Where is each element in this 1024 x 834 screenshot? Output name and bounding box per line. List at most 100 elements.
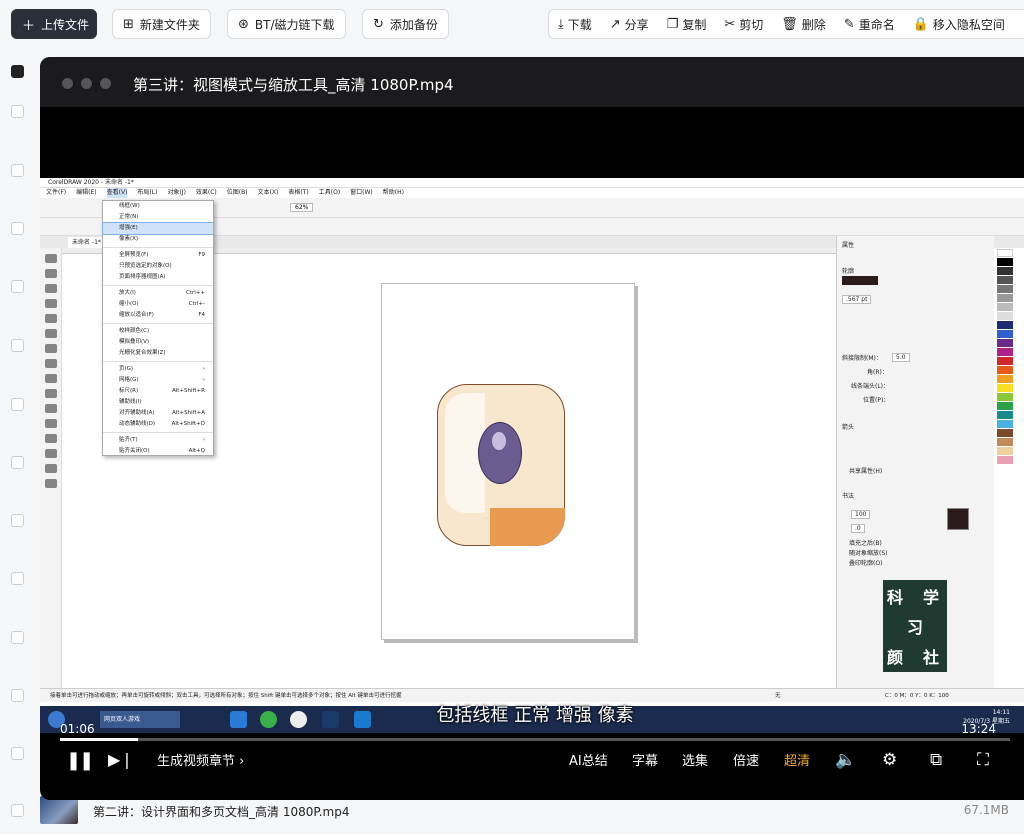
- swatch[interactable]: [997, 447, 1013, 455]
- row-checkbox[interactable]: [11, 222, 24, 235]
- bt-download-button[interactable]: ⊛ BT/磁力链下载: [227, 9, 346, 39]
- episodes-button[interactable]: 选集: [682, 750, 708, 769]
- view-menu-item[interactable]: 正常(N): [103, 212, 213, 223]
- row-checkbox[interactable]: [11, 689, 24, 702]
- delete-button[interactable]: 🗑 删除: [772, 16, 835, 33]
- add-backup-button[interactable]: ↻ 添加备份: [362, 9, 449, 39]
- swatch[interactable]: [997, 258, 1013, 266]
- swatch[interactable]: [997, 330, 1013, 338]
- swatch[interactable]: [997, 411, 1013, 419]
- captions-button[interactable]: 字幕: [632, 750, 658, 769]
- select-all-checkbox[interactable]: [11, 65, 24, 78]
- overprint-checkbox[interactable]: 叠印轮廓(O): [849, 558, 882, 567]
- view-menu-item[interactable]: 线框(W): [103, 201, 213, 212]
- row-checkbox[interactable]: [11, 747, 24, 760]
- view-menu-item[interactable]: 动态辅助线(D) Alt+Shift+D: [103, 419, 213, 430]
- share-attr-checkbox[interactable]: 共享属性(H): [849, 466, 882, 475]
- menu-table: 表格(T): [288, 189, 309, 196]
- row-checkbox[interactable]: [11, 339, 24, 352]
- share-button[interactable]: ↗ 分享: [601, 16, 658, 33]
- view-menu-item[interactable]: 网格(G) ›: [103, 375, 213, 386]
- row-checkbox[interactable]: [11, 398, 24, 411]
- row-checkbox[interactable]: [11, 280, 24, 293]
- swatch[interactable]: [997, 393, 1013, 401]
- swatch[interactable]: [997, 267, 1013, 275]
- row-checkbox[interactable]: [11, 164, 24, 177]
- miter-field[interactable]: 5.0: [892, 353, 910, 362]
- swatch[interactable]: [997, 384, 1013, 392]
- row-checkbox[interactable]: [11, 804, 24, 817]
- next-button[interactable]: ▶❘: [108, 750, 134, 769]
- row-checkbox[interactable]: [11, 105, 24, 118]
- angle-field[interactable]: .0: [851, 524, 865, 533]
- cut-button[interactable]: ✂ 剪切: [715, 16, 772, 33]
- swatch[interactable]: [997, 438, 1013, 446]
- swatch[interactable]: [997, 312, 1013, 320]
- view-menu-item[interactable]: 像素(X): [103, 234, 213, 245]
- color-palette[interactable]: [996, 248, 1024, 688]
- view-menu-item[interactable]: 模拟叠印(V): [103, 337, 213, 348]
- outline-width-field[interactable]: .567 pt: [842, 295, 872, 304]
- view-menu-item[interactable]: 对齐辅助线(A) Alt+Shift+A: [103, 408, 213, 419]
- swatch[interactable]: [997, 249, 1013, 257]
- stretch-field[interactable]: 100: [851, 510, 871, 519]
- settings-icon[interactable]: ⚙: [882, 750, 897, 770]
- miter-label: 斜接限制(M)：: [842, 355, 882, 362]
- download-button[interactable]: ⤓ 下载: [549, 16, 601, 33]
- fill-behind-checkbox[interactable]: 填充之后(B): [849, 538, 882, 547]
- volume-icon[interactable]: 🔈: [835, 750, 856, 770]
- view-menu-item[interactable]: 贴齐(T) ›: [103, 435, 213, 446]
- swatch[interactable]: [997, 375, 1013, 383]
- rename-button[interactable]: ✎ 重命名: [835, 16, 904, 33]
- swatch[interactable]: [997, 348, 1013, 356]
- view-menu-item[interactable]: 放大(I) Ctrl++: [103, 288, 213, 299]
- swatch[interactable]: [997, 303, 1013, 311]
- swatch[interactable]: [997, 429, 1013, 437]
- swatch[interactable]: [997, 420, 1013, 428]
- line-tool-icon: [45, 404, 57, 413]
- swatch[interactable]: [997, 276, 1013, 284]
- swatch[interactable]: [997, 366, 1013, 374]
- row-checkbox[interactable]: [11, 456, 24, 469]
- move-private-button[interactable]: 🔒 移入隐私空间: [904, 16, 1014, 33]
- speed-button[interactable]: 倍速: [733, 750, 759, 769]
- row-checkbox[interactable]: [11, 631, 24, 644]
- swatch[interactable]: [997, 339, 1013, 347]
- view-menu-item[interactable]: 标尺(R) Alt+Shift+R: [103, 386, 213, 397]
- view-menu-item[interactable]: 页面排序器视图(A): [103, 272, 213, 283]
- new-folder-button[interactable]: ⊞ 新建文件夹: [112, 9, 211, 39]
- row-checkbox[interactable]: [11, 514, 24, 527]
- pip-icon[interactable]: ⧉: [930, 750, 942, 770]
- view-menu-item[interactable]: 校样颜色(C): [103, 326, 213, 337]
- view-menu-item[interactable]: 增强(E): [102, 222, 214, 235]
- fullscreen-icon[interactable]: ⛶: [977, 750, 989, 770]
- swatch[interactable]: [997, 357, 1013, 365]
- view-menu-item[interactable]: 页(G) ›: [103, 364, 213, 375]
- view-menu-item[interactable]: 缩放以适合(F) F4: [103, 310, 213, 321]
- quality-button[interactable]: 超清: [784, 750, 810, 769]
- progress-bar[interactable]: [60, 738, 1010, 741]
- copy-button[interactable]: ❐ 复制: [658, 16, 716, 33]
- video-frame[interactable]: CorelDRAW 2020 - 未命名 -1* 文件(F) 编辑(E) 查看(…: [40, 178, 1024, 733]
- maximize-dot[interactable]: [100, 78, 111, 89]
- view-menu-item[interactable]: 只预览选定的对象(O): [103, 261, 213, 272]
- view-menu-item[interactable]: 缩小(O) Ctrl+-: [103, 299, 213, 310]
- view-menu-item[interactable]: 贴齐关闭(O) Alt+Q: [103, 446, 213, 457]
- view-menu-item[interactable]: 全屏预览(F) F9: [103, 250, 213, 261]
- generate-chapters-button[interactable]: 生成视频章节 ›: [157, 750, 244, 769]
- swatch[interactable]: [997, 402, 1013, 410]
- view-menu-item[interactable]: 辅助线(I): [103, 397, 213, 408]
- swatch[interactable]: [997, 294, 1013, 302]
- swatch[interactable]: [997, 321, 1013, 329]
- minimize-dot[interactable]: [81, 78, 92, 89]
- scale-checkbox[interactable]: 随对象缩放(S): [849, 548, 888, 557]
- swatch[interactable]: [997, 285, 1013, 293]
- outline-color-swatch[interactable]: [842, 276, 878, 285]
- pause-button[interactable]: ❚❚: [66, 750, 94, 771]
- swatch[interactable]: [997, 456, 1013, 464]
- row-checkbox[interactable]: [11, 572, 24, 585]
- ai-summary-button[interactable]: AI总结: [569, 750, 608, 769]
- upload-button[interactable]: ＋ 上传文件: [11, 9, 97, 39]
- view-menu-item[interactable]: 光栅化复合效果(Z): [103, 348, 213, 359]
- close-dot[interactable]: [62, 78, 73, 89]
